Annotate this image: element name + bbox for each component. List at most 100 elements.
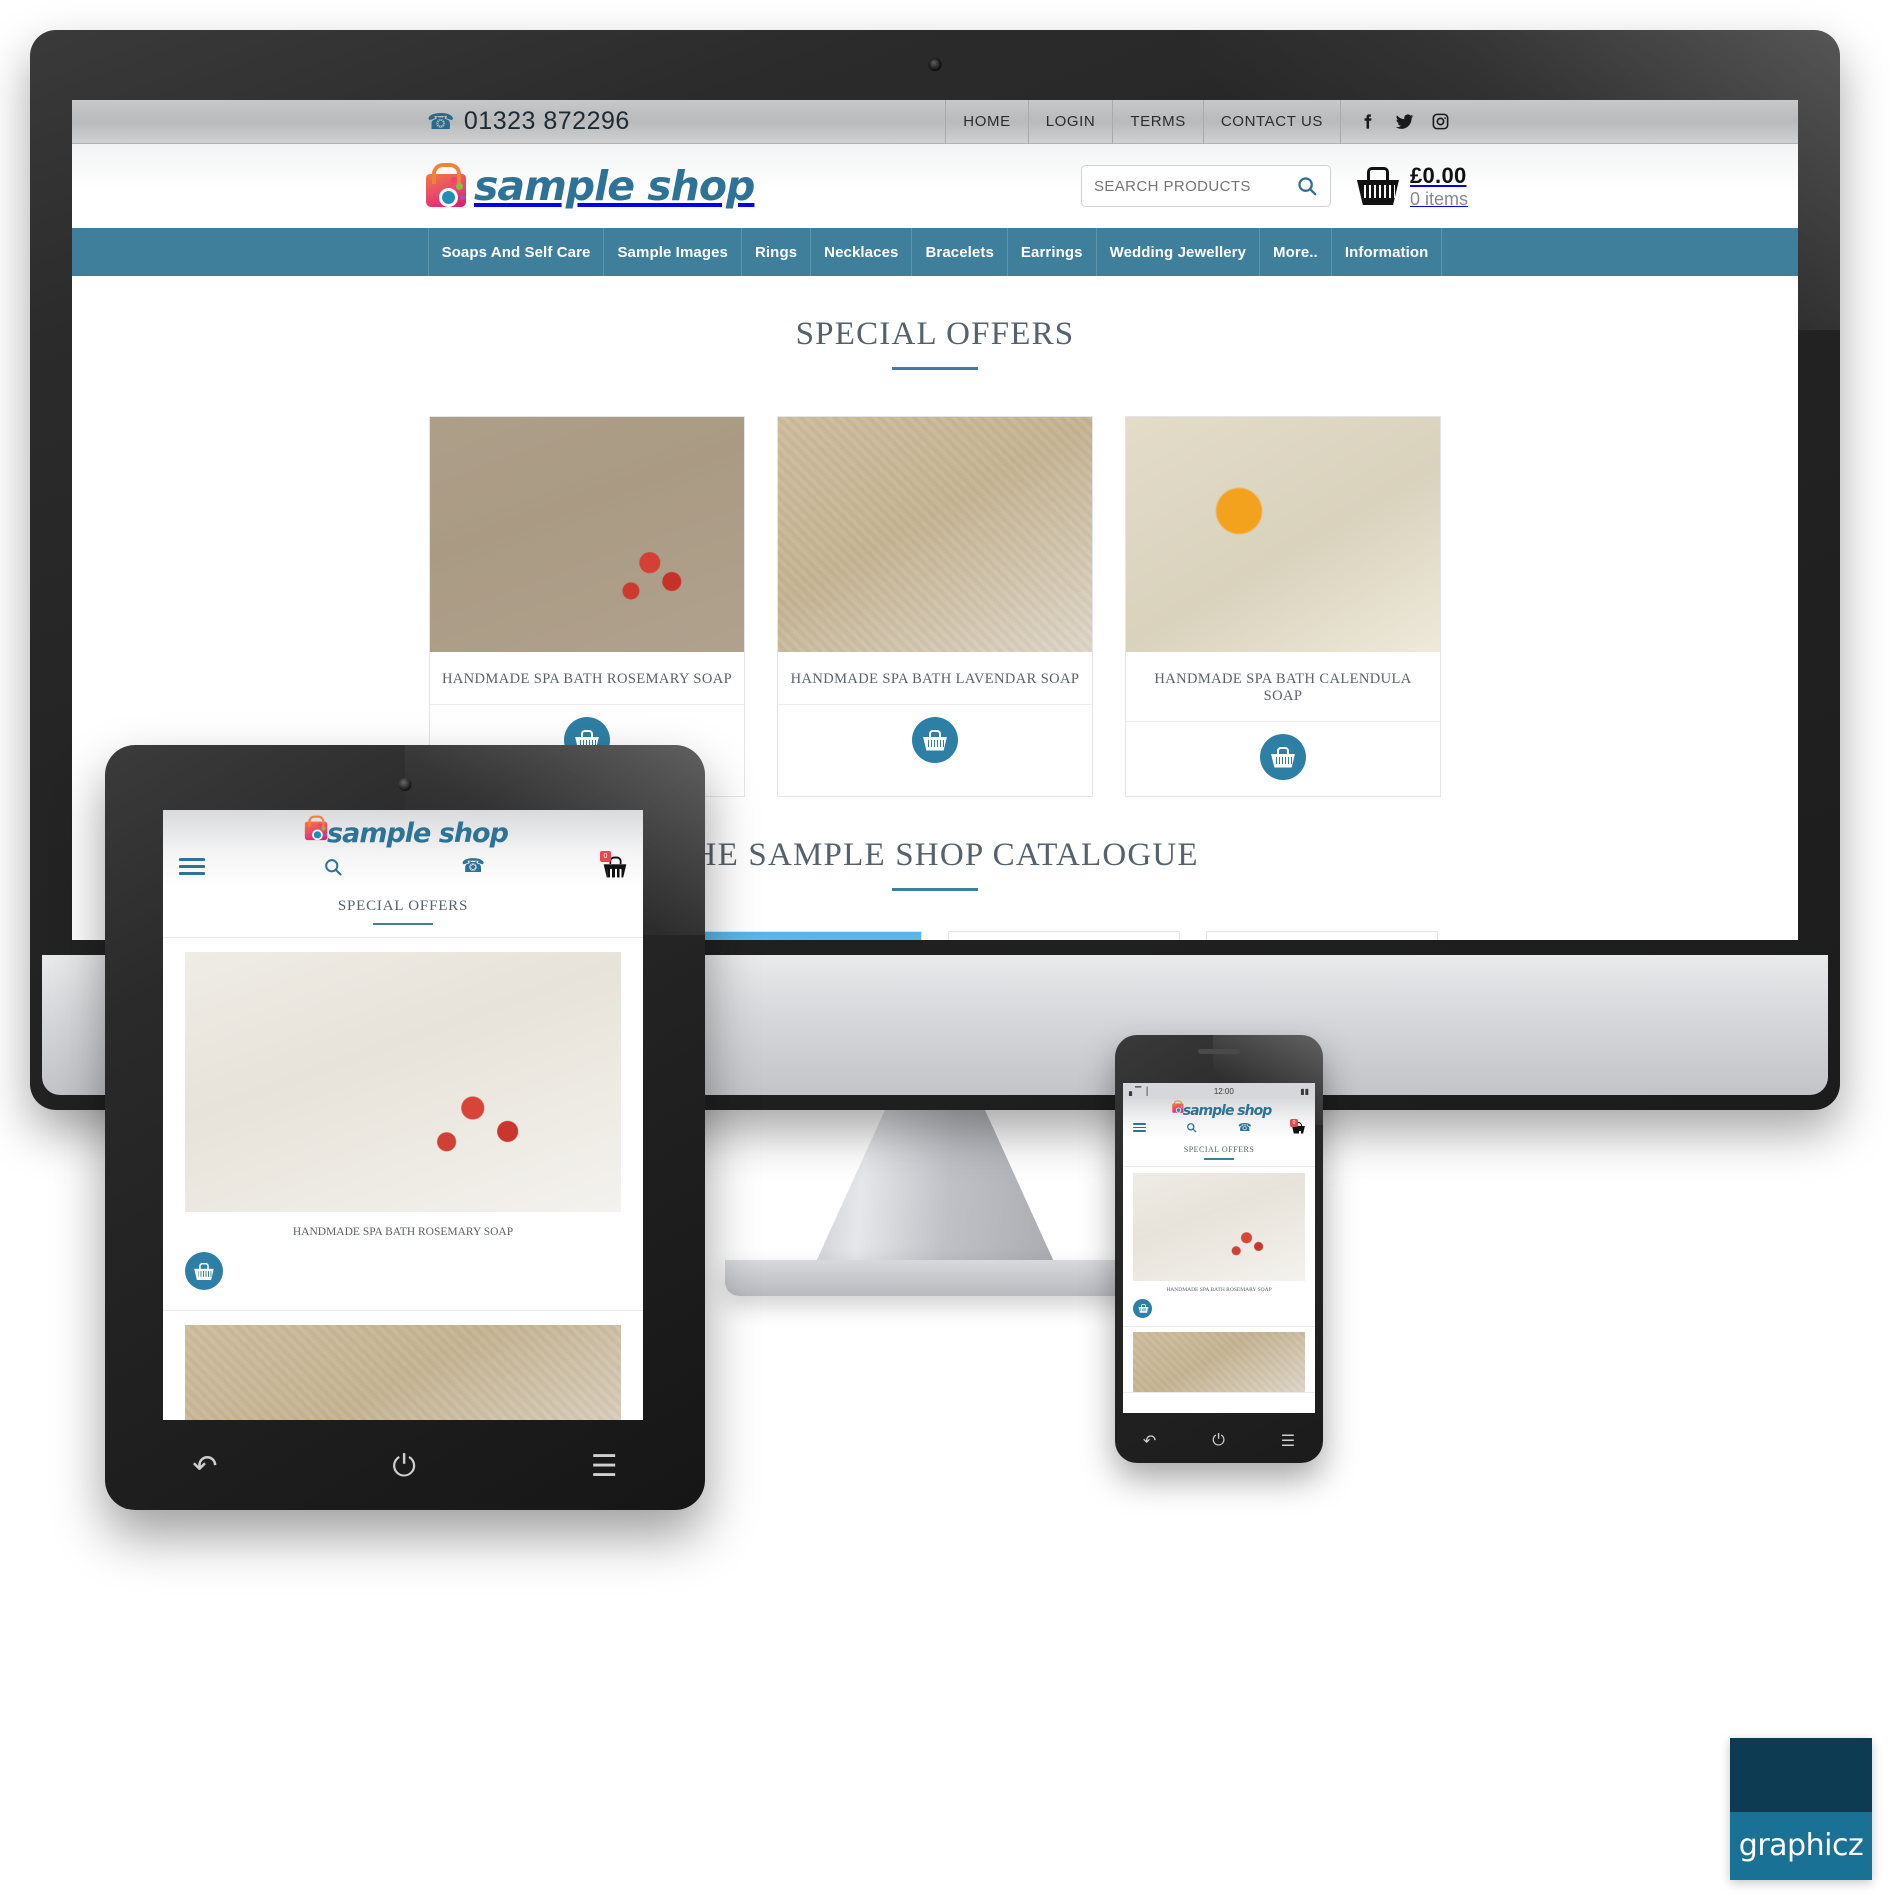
phone-product-card[interactable] [1123,1326,1315,1393]
cart-icon[interactable]: 0 [600,850,627,878]
tablet-site-header: sample shop ☎ 0 [163,810,643,888]
add-to-basket-button[interactable] [912,717,958,763]
tablet-camera [398,778,412,791]
top-nav-contact-us[interactable]: CONTACT US [1202,100,1340,144]
special-offers-grid: HANDMADE SPA BATH ROSEMARY SOAP HANDMADE… [72,416,1798,797]
facebook-icon[interactable] [1359,112,1378,131]
menu-icon[interactable] [1133,1122,1146,1133]
mockup-canvas: ☎ 01323 872296 HOME LOGIN TERMS CONTACT … [0,0,1900,1900]
nav-wedding-jewellery[interactable]: Wedding Jewellery [1097,228,1261,276]
home-button[interactable]: ⏻ [392,1452,416,1482]
phone-icon[interactable]: ☎ [461,855,485,878]
phone-status-bar: ▖▔▕ 12:00 ▮▮ [1123,1083,1315,1099]
cart-amount: £0.00 [1409,162,1467,188]
nav-necklaces[interactable]: Necklaces [811,228,913,276]
nav-more[interactable]: More.. [1260,228,1332,276]
product-name: HANDMADE SPA BATH ROSEMARY SOAP [430,652,744,705]
cart-summary: £0.00 0 items [1410,163,1468,210]
main-navigation: Soaps And Self Care Sample Images Rings … [72,228,1798,276]
phone-site-header: sample shop ☎ 0 [1123,1099,1315,1139]
search-icon[interactable] [323,857,343,877]
nav-soaps-and-self-care[interactable]: Soaps And Self Care [427,228,605,276]
back-button[interactable]: ↶ [1143,1431,1156,1451]
add-to-basket-button[interactable] [1260,734,1306,780]
phone-icon[interactable]: ☎ [1238,1121,1252,1134]
phone-speaker [1198,1049,1240,1054]
graphicz-watermark: graphicz [1730,1738,1872,1880]
phone-device: ▖▔▕ 12:00 ▮▮ sample shop ☎ 0 SPECIAL OFF… [1115,1035,1323,1463]
shopping-bag-icon [304,815,328,841]
tablet-logo[interactable]: sample shop [163,815,643,849]
nav-sample-images[interactable]: Sample Images [604,228,742,276]
menu-icon[interactable] [179,858,205,875]
phone-number-text: 01323 872296 [463,107,630,135]
nav-bracelets[interactable]: Bracelets [912,228,1008,276]
product-name: HANDMADE SPA BATH CALENDULA SOAP [1126,652,1440,722]
heading-rule [1204,1158,1234,1160]
product-actions [778,705,1092,779]
product-card[interactable]: HANDMADE SPA BATH ROSEMARY SOAP [429,416,745,797]
watermark-top-block [1730,1738,1872,1812]
catalogue-item-necklace[interactable] [1206,931,1438,940]
recents-button[interactable]: ☰ [591,1452,618,1482]
recents-button[interactable]: ☰ [1281,1431,1295,1451]
brand-name: sample shop [1182,1103,1272,1119]
phone-product-card[interactable]: HANDMADE SPA BATH ROSEMARY SOAP [1123,1166,1315,1327]
phone-viewport: ▖▔▕ 12:00 ▮▮ sample shop ☎ 0 SPECIAL OFF… [1123,1083,1315,1413]
product-name: HANDMADE SPA BATH ROSEMARY SOAP [1166,1286,1272,1293]
search-icon[interactable] [1296,175,1318,197]
product-actions [185,1248,621,1302]
twitter-icon[interactable] [1395,112,1414,131]
heading-rule [892,367,978,370]
product-image-rosemary-soap [1133,1172,1305,1281]
top-nav-login[interactable]: LOGIN [1027,100,1113,144]
product-actions [1126,722,1440,796]
home-button[interactable]: ⏻ [1212,1432,1225,1450]
watermark-text: graphicz [1738,1828,1864,1864]
shopping-bag-icon [424,163,470,209]
catalogue-item-tulips[interactable] [690,931,922,940]
nav-earrings[interactable]: Earrings [1008,228,1097,276]
catalogue-item-ring[interactable] [948,931,1180,940]
imac-webcam [928,58,942,71]
tablet-icon-row: ☎ 0 [163,850,643,888]
search-box[interactable] [1080,165,1331,207]
product-image-calendula-soap [1126,417,1440,652]
phone-logo[interactable]: sample shop [1123,1099,1315,1119]
site-logo[interactable]: sample shop [424,162,755,210]
cart-count-badge: 0 [600,850,611,862]
add-to-basket-button[interactable] [185,1252,223,1290]
product-name: HANDMADE SPA BATH ROSEMARY SOAP [292,1226,514,1238]
social-links [1340,100,1468,144]
tablet-system-nav: ↶ ⏻ ☰ [105,1452,705,1482]
phone-icon-row: ☎ 0 [1123,1118,1315,1139]
status-time: 12:00 [1213,1086,1234,1096]
product-card[interactable]: HANDMADE SPA BATH LAVENDAR SOAP [777,416,1093,797]
imac-foot [725,1260,1145,1296]
product-card[interactable]: HANDMADE SPA BATH CALENDULA SOAP [1125,416,1441,797]
product-image-rosemary-soap [430,417,744,652]
top-nav-home[interactable]: HOME [945,100,1027,144]
search-input[interactable] [1093,177,1296,195]
brand-name: sample shop [327,818,509,849]
phone-icon: ☎ [427,108,455,134]
add-to-basket-button[interactable] [1133,1298,1152,1318]
phone-section-title: SPECIAL OFFERS [1183,1145,1255,1154]
tablet-product-card[interactable] [163,1311,643,1420]
phone-number[interactable]: ☎ 01323 872296 [72,107,630,136]
site-header: sample shop £0.00 [72,144,1798,228]
cart-item-count: 0 items [1409,188,1468,209]
nav-rings[interactable]: Rings [742,228,812,276]
header-tools: £0.00 0 items [1080,163,1798,210]
cart-link[interactable]: £0.00 0 items [1356,163,1468,210]
cart-icon[interactable]: 0 [1289,1118,1305,1134]
signal-icon: ▖▔▕ [1129,1086,1148,1096]
search-icon[interactable] [1186,1122,1197,1133]
nav-information[interactable]: Information [1332,228,1443,276]
top-navigation: HOME LOGIN TERMS CONTACT US [945,100,1798,144]
tablet-product-card[interactable]: HANDMADE SPA BATH ROSEMARY SOAP [163,938,643,1311]
top-nav-terms[interactable]: TERMS [1112,100,1203,144]
instagram-icon[interactable] [1431,112,1450,131]
brand-name: sample shop [474,162,755,210]
back-button[interactable]: ↶ [192,1452,217,1482]
